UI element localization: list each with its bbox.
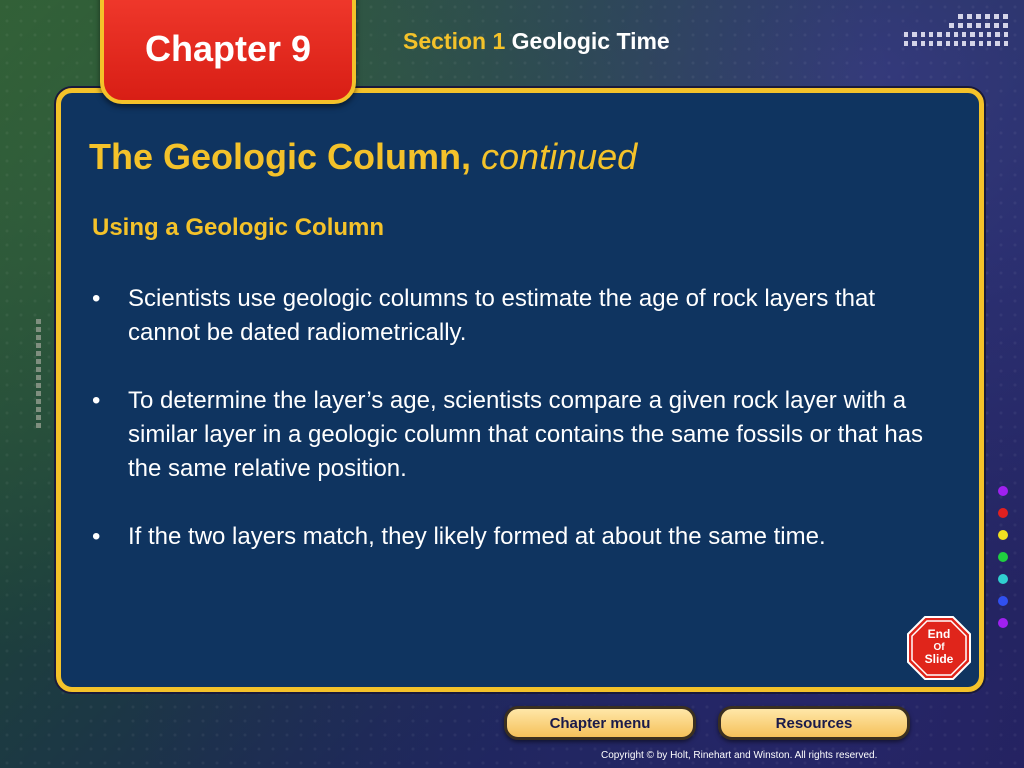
indicator-dot: [998, 618, 1008, 628]
slide-title-main: The Geologic Column,: [89, 136, 472, 177]
end-slide-text-1: End: [928, 627, 951, 641]
slide-subheading: Using a Geologic Column: [92, 214, 385, 241]
slide-title: The Geologic Column, continued: [89, 136, 637, 178]
bullet-item: To determine the layer’s age, scientists…: [92, 384, 942, 486]
end-of-slide-button[interactable]: End Of Slide: [906, 615, 972, 681]
indicator-dot: [998, 486, 1008, 496]
stop-sign-icon: End Of Slide: [907, 616, 971, 680]
indicator-dot: [998, 530, 1008, 540]
chapter-tab: Chapter 9: [100, 0, 356, 104]
color-indicator-dots: [998, 486, 1008, 628]
chapter-menu-button[interactable]: Chapter menu: [504, 706, 696, 740]
indicator-dot: [998, 596, 1008, 606]
bullet-item: If the two layers match, they likely for…: [92, 520, 942, 554]
copyright-text: Copyright © by Holt, Rinehart and Winsto…: [601, 750, 878, 761]
section-heading: Section 1 Geologic Time: [403, 28, 670, 55]
decorative-side-dots: [36, 316, 50, 431]
indicator-dot: [998, 574, 1008, 584]
section-number: Section 1: [403, 28, 506, 54]
indicator-dot: [998, 508, 1008, 518]
indicator-dot: [998, 552, 1008, 562]
bullet-list: Scientists use geologic columns to estim…: [92, 282, 942, 588]
section-title: Geologic Time: [511, 28, 670, 54]
resources-button[interactable]: Resources: [718, 706, 910, 740]
chapter-label: Chapter 9: [144, 28, 312, 69]
decorative-dot-grid: [903, 14, 1008, 54]
slide-title-suffix: continued: [481, 136, 638, 177]
bullet-item: Scientists use geologic columns to estim…: [92, 282, 942, 350]
end-slide-text-3: Slide: [925, 652, 954, 666]
